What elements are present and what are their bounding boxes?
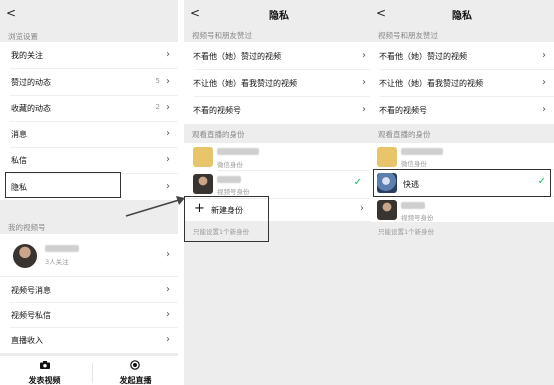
menu-item-following[interactable]: 我的关注 › [0, 42, 178, 68]
menu-item-label: 不看他（她）赞过的视频 [379, 52, 467, 61]
identity-sub-label: 微信身份 [217, 161, 243, 169]
section-title-identity: 观看直播的身份 [192, 130, 245, 139]
identity-note: 只能设置1个新身份 [378, 228, 435, 236]
post-video-button[interactable]: 发表视频 [0, 356, 89, 385]
chevron-right-icon: › [166, 249, 170, 260]
chevron-right-icon: › [166, 49, 170, 60]
menu-item-label: 消息 [11, 130, 27, 139]
page-title: 隐私 [452, 11, 472, 22]
menu-item-channel-messages[interactable]: 视频号消息 › [0, 277, 178, 303]
post-video-label: 发表视频 [28, 376, 61, 385]
page-title: 隐私 [269, 11, 289, 22]
chevron-right-icon: › [166, 309, 170, 320]
channel-avatar [13, 244, 37, 268]
channel-identity-avatar [193, 174, 213, 194]
menu-item-hide-my-likes[interactable]: 不让他（她）看我赞过的视频 › [184, 70, 374, 96]
section-title-channel: 我的视频号 [8, 223, 46, 232]
menu-item-label: 收藏的动态 [11, 104, 51, 113]
menu-item-hide-my-likes[interactable]: 不让他（她）看我赞过的视频 › [370, 70, 554, 96]
new-identity-highlight-box [184, 196, 269, 242]
menu-item-label: 直播收入 [11, 336, 43, 345]
privacy-panel-after: < 隐私 视频号和朋友赞过 不看他（她）赞过的视频 › 不让他（她）看我赞过的视… [370, 0, 554, 385]
menu-item-hide-their-likes[interactable]: 不看他（她）赞过的视频 › [184, 43, 374, 69]
likes-settings-list: 不看他（她）赞过的视频 › 不让他（她）看我赞过的视频 › 不看的视频号 › [370, 42, 554, 124]
menu-item-label: 不看他（她）赞过的视频 [193, 52, 281, 61]
chevron-right-icon: › [166, 181, 170, 192]
chevron-right-icon: › [166, 76, 170, 87]
wechat-avatar [377, 147, 397, 167]
count-badge: 2 [155, 103, 160, 111]
chevron-right-icon: › [166, 154, 170, 165]
menu-item-label: 我的关注 [11, 51, 43, 60]
menu-item-label: 不让他（她）看我赞过的视频 [379, 79, 483, 88]
menu-item-dm[interactable]: 私信 › [0, 147, 178, 173]
menu-item-hide-their-likes[interactable]: 不看他（她）赞过的视频 › [370, 43, 554, 69]
privacy-highlight-box [5, 172, 121, 198]
back-icon[interactable]: < [6, 6, 16, 20]
menu-item-label: 不看的视频号 [379, 106, 427, 115]
chevron-right-icon: › [166, 102, 170, 113]
menu-item-liked[interactable]: 赞过的动态 5 › [0, 69, 178, 95]
chevron-right-icon: › [166, 334, 170, 345]
privacy-panel-before: < 隐私 视频号和朋友赞过 不看他（她）赞过的视频 › 不让他（她）看我赞过的视… [184, 0, 374, 385]
likes-settings-list: 不看他（她）赞过的视频 › 不让他（她）看我赞过的视频 › 不看的视频号 › [184, 42, 374, 124]
action-bar: 发表视频 发起直播 [0, 356, 178, 385]
chevron-right-icon: › [362, 104, 366, 115]
menu-item-hidden-channels[interactable]: 不看的视频号 › [184, 97, 374, 123]
count-badge: 5 [155, 77, 160, 85]
identity-name-redacted [401, 202, 425, 209]
menu-item-label: 赞过的动态 [11, 78, 51, 87]
checkmark-icon: ✓ [353, 177, 362, 188]
menu-item-label: 视频号私信 [11, 311, 51, 320]
start-live-label: 发起直播 [119, 376, 152, 385]
identity-option-wechat[interactable]: 微信身份 [184, 143, 374, 170]
menu-item-live-income[interactable]: 直播收入 › [0, 327, 178, 353]
me-settings-panel: < 浏览设置 我的关注 › 赞过的动态 5 › 收藏的动态 2 › 消息 › 私… [0, 0, 178, 385]
chevron-right-icon: › [166, 284, 170, 295]
wechat-avatar [193, 147, 213, 167]
chevron-right-icon: › [542, 104, 546, 115]
identity-option-wechat[interactable]: 微信身份 [370, 143, 554, 169]
menu-item-messages[interactable]: 消息 › [0, 121, 178, 147]
live-icon [130, 360, 140, 370]
channel-name-redacted [45, 245, 79, 252]
menu-item-label: 私信 [11, 156, 27, 165]
section-title-identity: 观看直播的身份 [378, 130, 431, 139]
identity-list: 微信身份 视频号身份 ✓ [184, 143, 374, 198]
identity-sub-label: 视频号身份 [401, 214, 434, 222]
chevron-right-icon: › [542, 50, 546, 61]
channel-menu-list: 视频号消息 › 视频号私信 › 直播收入 › [0, 277, 178, 353]
menu-item-favorites[interactable]: 收藏的动态 2 › [0, 95, 178, 121]
section-title-browse: 浏览设置 [8, 32, 38, 41]
identity-sub-label: 微信身份 [401, 160, 427, 168]
identity-sub-label: 视频号身份 [217, 188, 250, 196]
identity-name-redacted [401, 148, 443, 155]
section-title-likes: 视频号和朋友赞过 [192, 31, 252, 40]
identity-option-channel[interactable]: 视频号身份 [370, 197, 554, 223]
chevron-right-icon: › [542, 77, 546, 88]
menu-item-label: 视频号消息 [11, 286, 51, 295]
follower-count: 3人关注 [45, 258, 69, 266]
menu-item-label: 不让他（她）看我赞过的视频 [193, 79, 297, 88]
identity-name-redacted [217, 176, 241, 183]
identity-option-channel[interactable]: 视频号身份 ✓ [184, 171, 374, 198]
arrow-connector-icon [125, 196, 185, 217]
identity-name-redacted [217, 148, 259, 155]
menu-item-label: 不看的视频号 [193, 106, 241, 115]
channel-identity-avatar [377, 200, 397, 220]
chevron-right-icon: › [360, 203, 364, 214]
top-bar: < [0, 0, 178, 28]
top-bar: < 隐私 [370, 0, 554, 28]
chevron-right-icon: › [362, 77, 366, 88]
top-bar: < 隐私 [184, 0, 374, 28]
chevron-right-icon: › [166, 128, 170, 139]
menu-item-channel-dm[interactable]: 视频号私信 › [0, 302, 178, 328]
selected-identity-highlight-box [373, 169, 551, 197]
camera-icon [40, 361, 50, 369]
section-title-likes: 视频号和朋友赞过 [378, 31, 438, 40]
menu-item-hidden-channels[interactable]: 不看的视频号 › [370, 97, 554, 123]
start-live-button[interactable]: 发起直播 [93, 356, 178, 385]
channel-profile-card[interactable]: 3人关注 › [0, 234, 178, 276]
chevron-right-icon: › [362, 50, 366, 61]
